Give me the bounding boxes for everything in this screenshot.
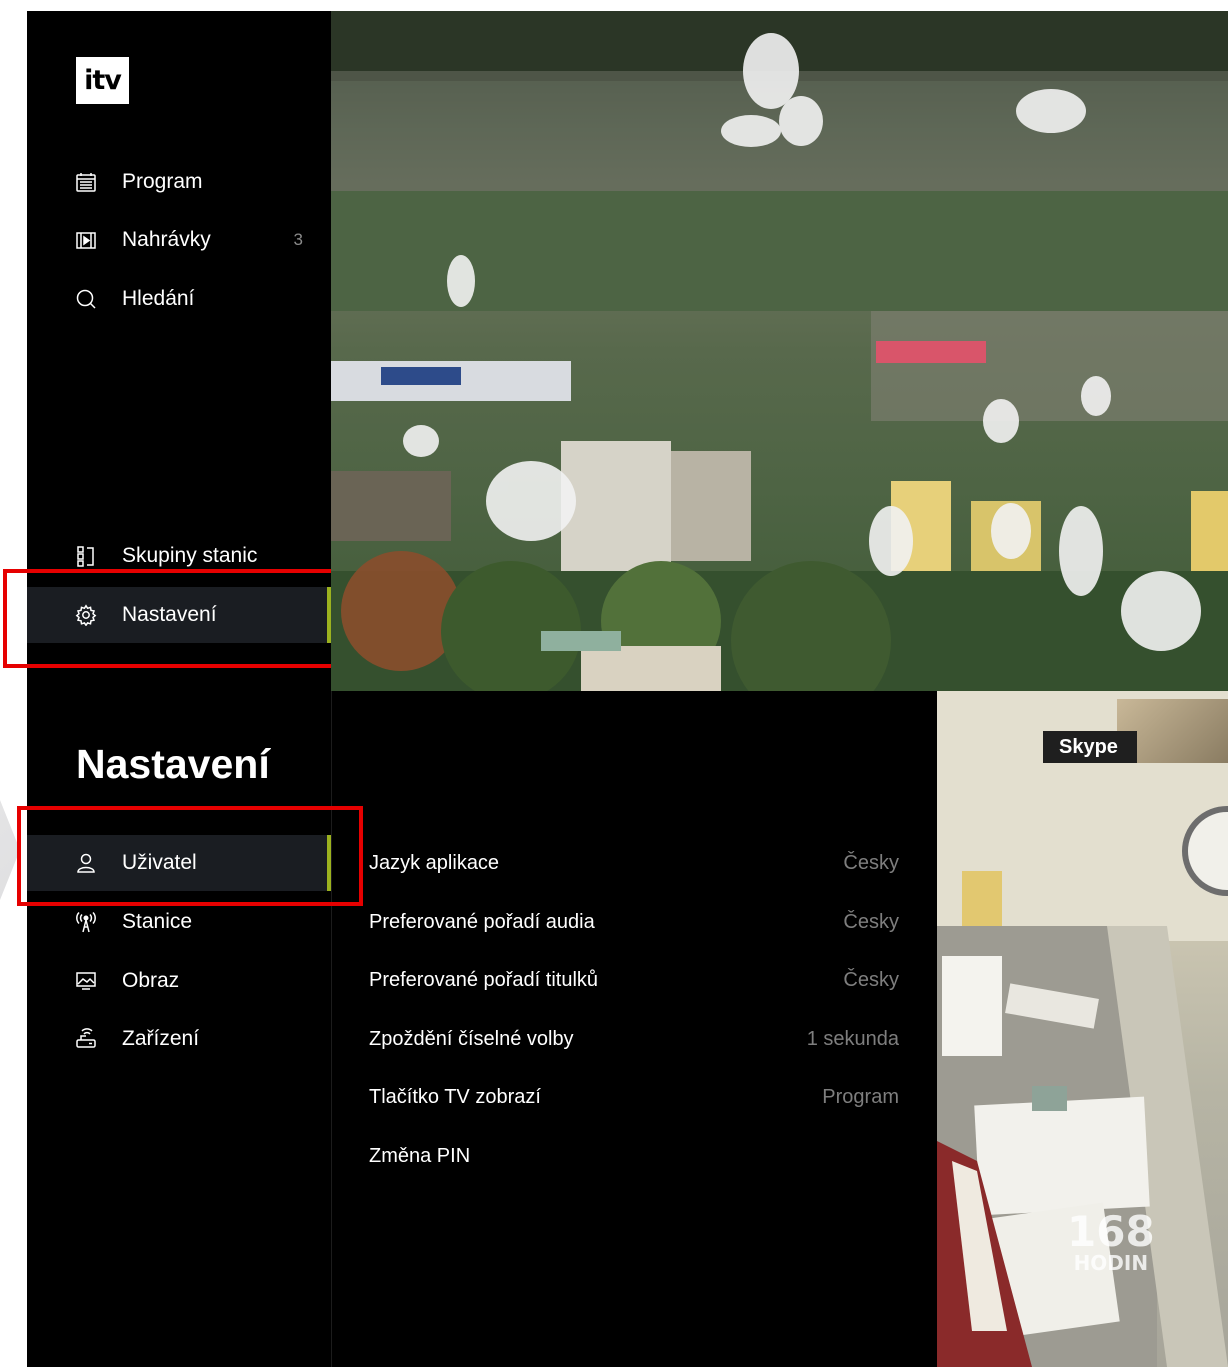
setting-row-app-language[interactable]: Jazyk aplikace Česky: [369, 844, 899, 884]
channel-groups-icon: [75, 545, 97, 567]
device-icon: [75, 1028, 97, 1050]
setting-name: Tlačítko TV zobrazí: [369, 1086, 541, 1108]
settings-panel: Nastavení Uživatel Stanice Obraz Zařízen…: [27, 691, 937, 1367]
settings-category-picture[interactable]: Obraz: [27, 953, 331, 1009]
category-label: Zařízení: [122, 1027, 200, 1050]
setting-value: Česky: [843, 969, 899, 991]
watermark-number: 168: [1067, 1207, 1155, 1256]
setting-name: Preferované pořadí audia: [369, 911, 595, 933]
skype-video-window[interactable]: Skype 168 HODIN: [937, 691, 1228, 1367]
setting-name: Změna PIN: [369, 1145, 471, 1167]
category-label: Obraz: [122, 969, 180, 992]
itv-logo: itv: [76, 57, 129, 104]
nav-label: Hledání: [122, 287, 195, 310]
settings-category-user[interactable]: Uživatel: [27, 835, 331, 891]
setting-name: Preferované pořadí titulků: [369, 969, 599, 991]
settings-category-stations[interactable]: Stanice: [27, 894, 331, 950]
watermark-word: HODIN: [1073, 1251, 1149, 1275]
setting-value: Česky: [843, 852, 899, 874]
calendar-icon: [75, 171, 97, 193]
nav-item-search[interactable]: Hledání: [27, 271, 331, 327]
category-label: Uživatel: [122, 851, 197, 874]
nav-label: Program: [122, 170, 203, 193]
setting-row-numeric-delay[interactable]: Zpoždění číselné volby 1 sekunda: [369, 1020, 899, 1060]
search-icon: [75, 288, 97, 310]
skype-label: Skype: [1043, 731, 1137, 763]
setting-value: Program: [822, 1086, 899, 1108]
nav-label: Nahrávky: [122, 228, 211, 251]
video-frame: [331, 11, 1228, 691]
channel-watermark: 168 HODIN: [1067, 1207, 1155, 1275]
setting-value: Česky: [843, 911, 899, 933]
page-title: Nastavení: [76, 741, 270, 787]
tv-video-preview[interactable]: [331, 11, 1228, 691]
recordings-count-badge: 3: [293, 230, 303, 249]
panel-divider: [331, 691, 332, 1367]
settings-category-device[interactable]: Zařízení: [27, 1011, 331, 1067]
nav-item-recordings[interactable]: Nahrávky 3: [27, 212, 331, 268]
nav-label: Nastavení: [122, 603, 217, 626]
setting-value: 1 sekunda: [806, 1028, 899, 1050]
setting-row-change-pin[interactable]: Změna PIN: [369, 1137, 899, 1177]
setting-row-audio-order[interactable]: Preferované pořadí audia Česky: [369, 903, 899, 943]
background-chevron: [0, 700, 20, 1000]
setting-row-tv-button[interactable]: Tlačítko TV zobrazí Program: [369, 1078, 899, 1118]
nav-label: Skupiny stanic: [122, 544, 258, 567]
antenna-icon: [75, 911, 97, 933]
picture-icon: [75, 970, 97, 992]
gear-icon: [75, 604, 97, 626]
nav-item-program[interactable]: Program: [27, 154, 331, 210]
setting-name: Zpoždění číselné volby: [369, 1028, 574, 1050]
nav-item-channel-groups[interactable]: Skupiny stanic: [27, 528, 331, 584]
main-sidebar: itv Program Nahrávky 3 Hledání Skupiny s…: [27, 11, 331, 691]
film-icon: [75, 229, 97, 251]
setting-name: Jazyk aplikace: [369, 852, 500, 874]
nav-item-settings[interactable]: Nastavení: [27, 587, 331, 643]
category-label: Stanice: [122, 910, 193, 933]
user-icon: [75, 852, 97, 874]
setting-row-subtitle-order[interactable]: Preferované pořadí titulků Česky: [369, 961, 899, 1001]
